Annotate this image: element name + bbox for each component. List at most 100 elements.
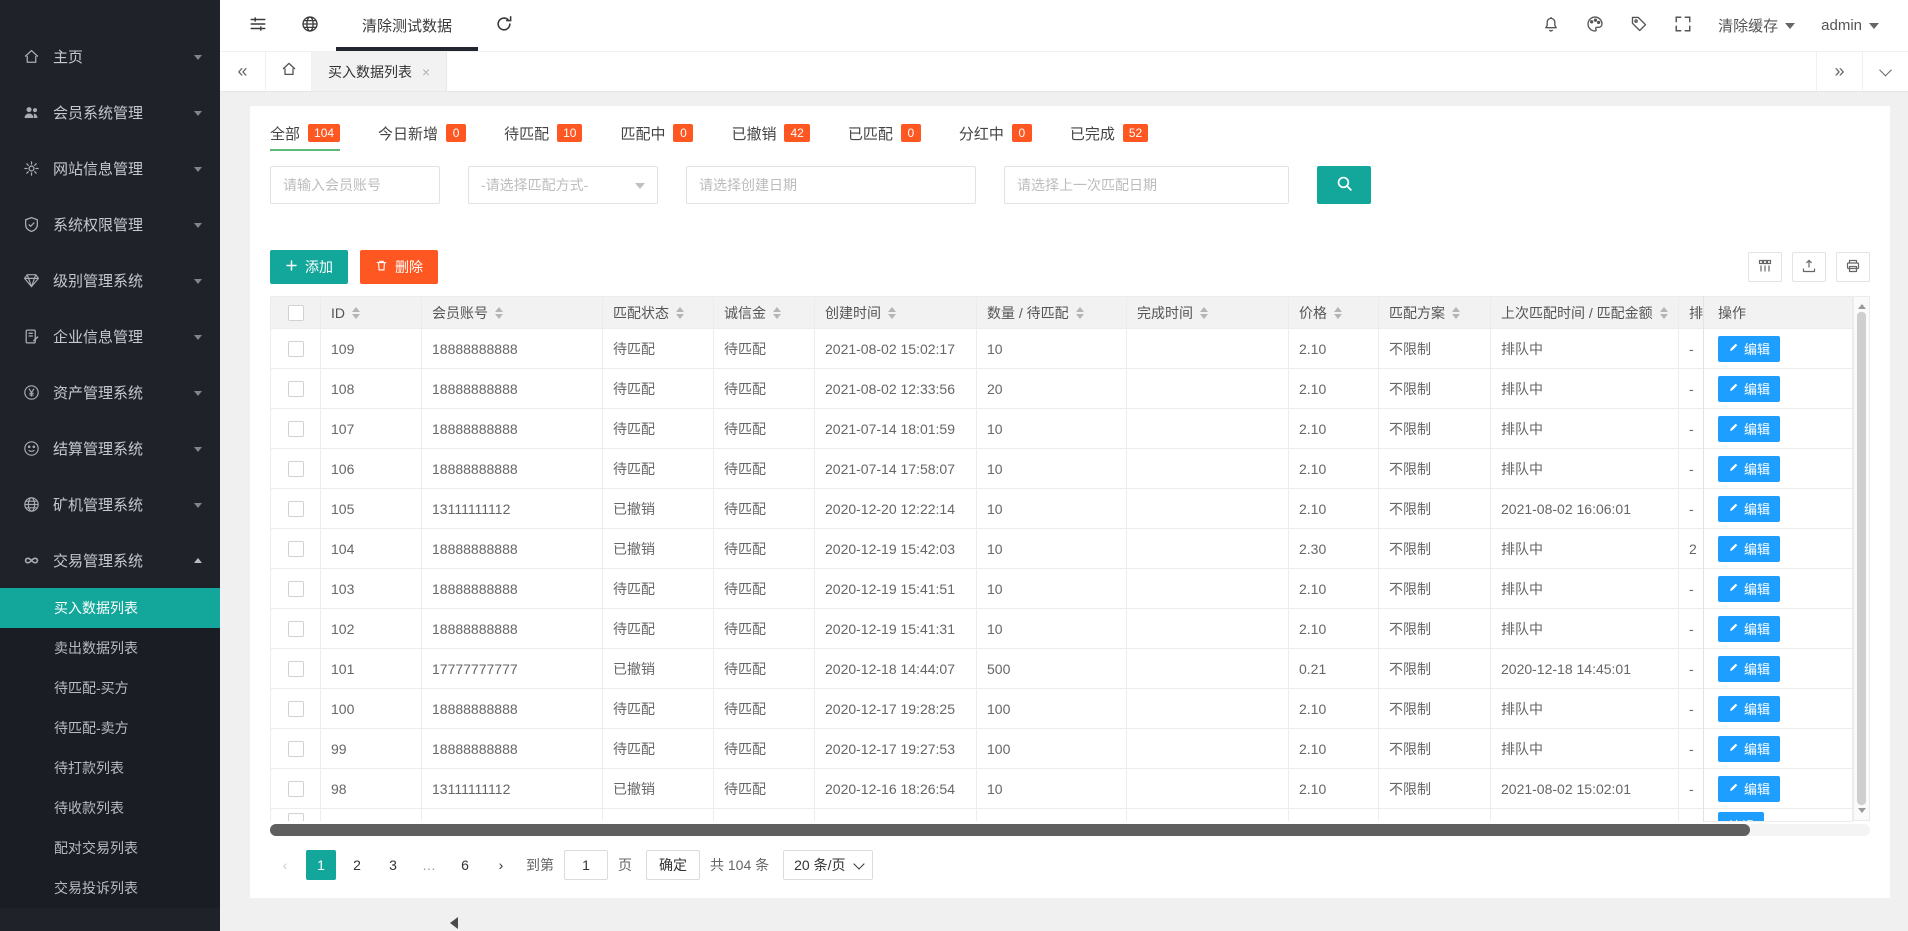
horizontal-scrollbar-thumb[interactable]: [270, 824, 1750, 836]
page-size-select[interactable]: 20 条/页: [783, 850, 872, 880]
edit-button[interactable]: 编辑: [1718, 456, 1780, 482]
sidebar-item-home[interactable]: 主页: [0, 28, 220, 84]
export-button[interactable]: [1792, 252, 1826, 282]
row-checkbox[interactable]: [288, 381, 304, 397]
sidebar-subitem[interactable]: 交易投诉列表: [0, 868, 220, 908]
edit-button[interactable]: 编辑: [1718, 696, 1780, 722]
row-checkbox[interactable]: [288, 421, 304, 437]
sidebar-item-doc[interactable]: 企业信息管理: [0, 308, 220, 364]
row-checkbox[interactable]: [288, 341, 304, 357]
page-number-button[interactable]: 3: [378, 850, 408, 880]
tabs-scroll-left-button[interactable]: «: [220, 52, 266, 91]
edit-button[interactable]: 编辑: [1718, 536, 1780, 562]
search-button[interactable]: [1317, 166, 1371, 204]
page-number-button[interactable]: 6: [450, 850, 480, 880]
sidebar-item-gear[interactable]: 网站信息管理: [0, 140, 220, 196]
column-header-finished_at[interactable]: 完成时间: [1127, 297, 1289, 329]
edit-button[interactable]: 编辑: [1718, 616, 1780, 642]
sidebar-item-yen[interactable]: 资产管理系统: [0, 364, 220, 420]
column-header-account[interactable]: 会员账号: [422, 297, 603, 329]
column-header-quantity[interactable]: 数量 / 待匹配: [977, 297, 1127, 329]
filter-tab[interactable]: 已匹配0: [848, 112, 921, 154]
create-date-input[interactable]: [686, 166, 976, 204]
edit-button[interactable]: 编辑: [1718, 496, 1780, 522]
print-button[interactable]: [1836, 252, 1870, 282]
refresh-button[interactable]: [478, 0, 530, 51]
edit-button[interactable]: 编辑: [1718, 776, 1780, 802]
row-checkbox[interactable]: [288, 541, 304, 557]
user-dropdown[interactable]: admin: [1808, 17, 1892, 34]
table-vertical-scrollbar[interactable]: [1853, 296, 1870, 821]
row-checkbox[interactable]: [288, 781, 304, 797]
site-home-button[interactable]: [284, 0, 336, 51]
topnav-active-item[interactable]: 清除测试数据: [336, 0, 478, 51]
filter-tab[interactable]: 今日新增0: [378, 112, 466, 154]
sidebar-subitem[interactable]: 买入数据列表: [0, 588, 220, 628]
tab-home-button[interactable]: [266, 52, 312, 91]
edit-button[interactable]: 编辑: [1718, 736, 1780, 762]
page-number-button[interactable]: 1: [306, 850, 336, 880]
row-checkbox[interactable]: [288, 741, 304, 757]
match-method-select[interactable]: -请选择匹配方式-: [468, 166, 658, 204]
column-header-created_at[interactable]: 创建时间: [815, 297, 977, 329]
sidebar-subitem[interactable]: 配对交易列表: [0, 828, 220, 868]
select-all-checkbox[interactable]: [288, 305, 304, 321]
filter-tab[interactable]: 匹配中0: [620, 112, 693, 154]
edit-button[interactable]: 编辑: [1718, 376, 1780, 402]
tab-buy-data-list[interactable]: 买入数据列表 ×: [312, 52, 447, 91]
goto-confirm-button[interactable]: 确定: [646, 850, 700, 880]
goto-page-input[interactable]: [564, 850, 608, 880]
sidebar-item-smile[interactable]: 结算管理系统: [0, 420, 220, 476]
fullscreen-button[interactable]: [1661, 15, 1705, 37]
sidebar-item-users[interactable]: 会员系统管理: [0, 84, 220, 140]
filter-tab[interactable]: 已完成52: [1070, 112, 1148, 154]
row-checkbox[interactable]: [288, 813, 304, 821]
row-checkbox[interactable]: [288, 701, 304, 717]
add-button[interactable]: 添加: [270, 250, 348, 284]
column-header-match_status[interactable]: 匹配状态: [603, 297, 714, 329]
vertical-scrollbar-thumb[interactable]: [1857, 312, 1866, 805]
row-checkbox[interactable]: [288, 581, 304, 597]
row-checkbox[interactable]: [288, 461, 304, 477]
notifications-button[interactable]: [1529, 15, 1573, 37]
column-header-match_plan[interactable]: 匹配方案: [1379, 297, 1491, 329]
edit-button[interactable]: 编辑: [1718, 812, 1764, 822]
column-header-last_match[interactable]: 上次匹配时间 / 匹配金额: [1491, 297, 1679, 329]
prev-page-button[interactable]: ‹: [270, 850, 300, 880]
sidebar-item-globe[interactable]: 矿机管理系统: [0, 476, 220, 532]
page-ellipsis[interactable]: …: [414, 850, 444, 880]
sidebar-subitem[interactable]: 待收款列表: [0, 788, 220, 828]
row-checkbox[interactable]: [288, 621, 304, 637]
columns-toggle-button[interactable]: [1748, 252, 1782, 282]
sidebar-subitem[interactable]: 待匹配-卖方: [0, 708, 220, 748]
theme-button[interactable]: [1573, 15, 1617, 37]
sidebar-subitem[interactable]: 卖出数据列表: [0, 628, 220, 668]
sidebar-subitem[interactable]: 待打款列表: [0, 748, 220, 788]
page-scroll-left-icon[interactable]: [444, 917, 458, 929]
tag-button[interactable]: [1617, 15, 1661, 37]
page-number-button[interactable]: 2: [342, 850, 372, 880]
sidebar-item-infinity[interactable]: 交易管理系统: [0, 532, 220, 588]
account-input[interactable]: [270, 166, 440, 204]
delete-button[interactable]: 删除: [360, 250, 438, 284]
layout-toggle-button[interactable]: [232, 0, 284, 51]
close-icon[interactable]: ×: [422, 64, 430, 80]
row-checkbox[interactable]: [288, 661, 304, 677]
column-header-id[interactable]: ID: [321, 297, 422, 329]
tabs-menu-button[interactable]: [1862, 52, 1908, 91]
sidebar-item-shield[interactable]: 系统权限管理: [0, 196, 220, 252]
sidebar-item-gem[interactable]: 级别管理系统: [0, 252, 220, 308]
filter-tab[interactable]: 已撤销42: [731, 112, 809, 154]
edit-button[interactable]: 编辑: [1718, 656, 1780, 682]
sidebar-subitem[interactable]: 待匹配-买方: [0, 668, 220, 708]
edit-button[interactable]: 编辑: [1718, 416, 1780, 442]
row-checkbox[interactable]: [288, 501, 304, 517]
edit-button[interactable]: 编辑: [1718, 576, 1780, 602]
filter-tab[interactable]: 待匹配10: [504, 112, 582, 154]
next-page-button[interactable]: ›: [486, 850, 516, 880]
column-header-queue_time[interactable]: 排单时间: [1679, 297, 1703, 329]
clear-cache-dropdown[interactable]: 清除缓存: [1705, 15, 1808, 36]
filter-tab[interactable]: 分红中0: [959, 112, 1032, 154]
tabs-scroll-right-button[interactable]: »: [1816, 52, 1862, 91]
filter-tab[interactable]: 全部104: [270, 112, 340, 154]
